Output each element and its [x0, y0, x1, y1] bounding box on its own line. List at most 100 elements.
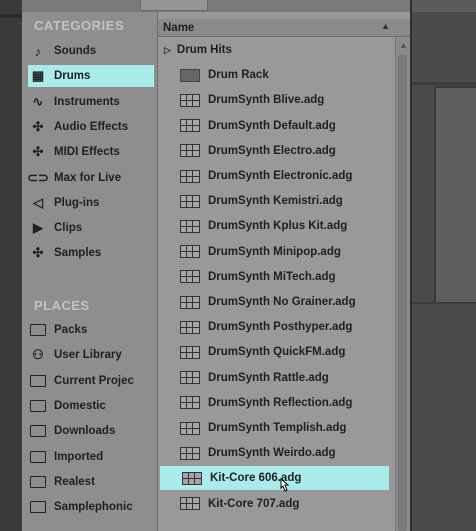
browser-panel: CATEGORIES ♪ Sounds ▦ Drums ∿ Instruments ✣ Aud…: [22, 0, 412, 531]
preset-file-icon: [180, 345, 200, 359]
sort-up-icon[interactable]: ▲: [381, 21, 390, 31]
preset-file-icon: [180, 194, 200, 208]
expand-arrow-icon[interactable]: ▷: [164, 45, 171, 56]
file-list: Name ▲ ▷ Drum Hits Drum Rack DrumSynth Bliv…: [158, 12, 410, 531]
sidebar-item-midi-effects[interactable]: ✣ MIDI Effects: [28, 141, 154, 163]
sidebar-item-label: Plug-ins: [54, 196, 100, 209]
file-label: DrumSynth MiTech.adg: [208, 270, 336, 283]
preset-file-icon: [180, 270, 200, 284]
file-label: DrumSynth Rattle.adg: [208, 371, 329, 384]
place-item-label: Samplephonic: [54, 501, 133, 514]
preset-file-icon: [180, 320, 200, 334]
sidebar-item-samples[interactable]: ✣ Samples: [28, 242, 154, 264]
sidebar-item-label: Clips: [54, 222, 83, 235]
file-list-scrollbar[interactable]: ▲: [395, 37, 410, 531]
file-row[interactable]: Kit-Core 606.adg: [160, 466, 389, 491]
file-row[interactable]: DrumSynth Weirdo.adg: [158, 441, 396, 465]
file-row[interactable]: DrumSynth Kplus Kit.adg: [158, 214, 396, 238]
browser-sidebar: CATEGORIES ♪ Sounds ▦ Drums ∿ Instruments ✣ Aud…: [22, 12, 158, 531]
place-item-user-library[interactable]: ⚇ User Library: [28, 344, 154, 366]
file-row[interactable]: DrumSynth MiTech.adg: [158, 265, 396, 289]
place-item-label: Realest: [54, 475, 95, 488]
preset-file-icon: [180, 446, 200, 460]
place-item-imported[interactable]: Imported: [28, 446, 154, 468]
places-title: PLACES: [34, 298, 90, 313]
sidebar-item-plug-ins[interactable]: ◁ Plug-ins: [28, 192, 154, 214]
folder-icon: [30, 475, 46, 488]
file-label: DrumSynth Posthyper.adg: [208, 321, 353, 334]
browser-top-tab[interactable]: [140, 0, 208, 11]
place-item-domestic[interactable]: Domestic: [28, 395, 154, 417]
plugin-icon: ◁: [33, 194, 43, 210]
categories-title: CATEGORIES: [34, 18, 124, 33]
file-row[interactable]: DrumSynth Reflection.adg: [158, 391, 396, 415]
place-item-current-projec[interactable]: Current Projec: [28, 370, 154, 392]
place-item-realest[interactable]: Realest: [28, 471, 154, 493]
folder-icon: [30, 501, 46, 514]
place-item-packs[interactable]: Packs: [28, 319, 154, 341]
sidebar-item-label: Drums: [54, 70, 91, 83]
file-row[interactable]: Kit-Core 707.adg: [158, 492, 396, 516]
sidebar-item-clips[interactable]: ▶ Clips: [28, 217, 154, 239]
preset-file-icon: [180, 144, 200, 158]
waveform-icon: ∿: [32, 93, 44, 109]
preset-file-icon: [180, 245, 200, 259]
user-icon: ⚇: [32, 347, 44, 363]
file-row[interactable]: DrumSynth Electro.adg: [158, 139, 396, 163]
folder-icon: [30, 450, 46, 463]
file-label: DrumSynth Templish.adg: [208, 422, 347, 434]
file-row[interactable]: Drum Rack: [158, 63, 396, 87]
file-row[interactable]: DrumSynth Kemistri.adg: [158, 189, 396, 213]
file-row[interactable]: DrumSynth Blive.adg: [158, 88, 396, 112]
file-row[interactable]: DrumSynth No Grainer.adg: [158, 290, 396, 314]
scrollbar-thumb[interactable]: [398, 55, 407, 531]
file-row[interactable]: DrumSynth Default.adg: [158, 114, 396, 138]
file-label: DrumSynth Electronic.adg: [208, 170, 353, 182]
left-edge-panel: [0, 0, 22, 531]
file-label: Kit-Core 707.adg: [208, 497, 300, 510]
preset-file-icon: [180, 219, 200, 233]
preset-file-icon: [180, 421, 200, 435]
preset-file-icon: [180, 119, 200, 133]
place-item-label: Downloads: [54, 425, 116, 438]
place-item-label: Packs: [54, 324, 88, 336]
sidebar-item-label: Audio Effects: [54, 120, 129, 133]
right-pane: [412, 0, 476, 531]
sidebar-item-label: Max for Live: [54, 171, 122, 184]
audio-fx-icon: ✣: [32, 118, 44, 134]
file-row[interactable]: DrumSynth Electronic.adg: [158, 164, 396, 188]
file-label: DrumSynth No Grainer.adg: [208, 296, 356, 308]
place-item-label: Imported: [54, 450, 104, 463]
file-row[interactable]: DrumSynth Posthyper.adg: [158, 315, 396, 339]
sidebar-item-drums[interactable]: ▦ Drums: [28, 65, 154, 88]
right-pane-top: [412, 0, 476, 12]
place-item-samplephonic[interactable]: Samplephonic: [28, 496, 154, 518]
sidebar-item-sounds[interactable]: ♪ Sounds: [28, 40, 154, 62]
file-label: DrumSynth QuickFM.adg: [208, 346, 346, 359]
sidebar-item-label: MIDI Effects: [54, 146, 120, 159]
preset-file-icon: [180, 396, 200, 410]
folder-row[interactable]: ▷ Drum Hits: [158, 38, 396, 62]
sidebar-item-max-for-live[interactable]: ⊂⊃ Max for Live: [27, 167, 154, 189]
preset-file-icon: [180, 93, 200, 107]
place-item-downloads[interactable]: Downloads: [28, 420, 154, 442]
scroll-up-icon[interactable]: ▲: [399, 40, 408, 50]
sidebar-item-instruments[interactable]: ∿ Instruments: [28, 91, 154, 113]
file-row[interactable]: DrumSynth Minipop.adg: [158, 240, 396, 264]
name-column-header[interactable]: Name ▲: [158, 19, 410, 37]
folder-icon: [30, 324, 46, 336]
place-item-label: Domestic: [54, 399, 106, 412]
right-pane-divider-2: [412, 302, 476, 304]
sidebar-item-audio-effects[interactable]: ✣ Audio Effects: [28, 116, 154, 138]
file-row[interactable]: DrumSynth QuickFM.adg: [158, 340, 396, 364]
drums-grid-icon: ▦: [31, 68, 45, 84]
file-label: DrumSynth Reflection.adg: [208, 396, 353, 409]
left-edge-strip: [0, 14, 22, 18]
preset-file-icon: [180, 371, 200, 385]
file-row[interactable]: DrumSynth Templish.adg: [158, 416, 396, 440]
preset-file-icon: [180, 295, 200, 309]
file-row[interactable]: DrumSynth Rattle.adg: [158, 366, 396, 390]
folder-icon: [30, 374, 46, 387]
file-label: DrumSynth Kplus Kit.adg: [208, 220, 348, 233]
sidebar-item-label: Samples: [54, 247, 102, 260]
